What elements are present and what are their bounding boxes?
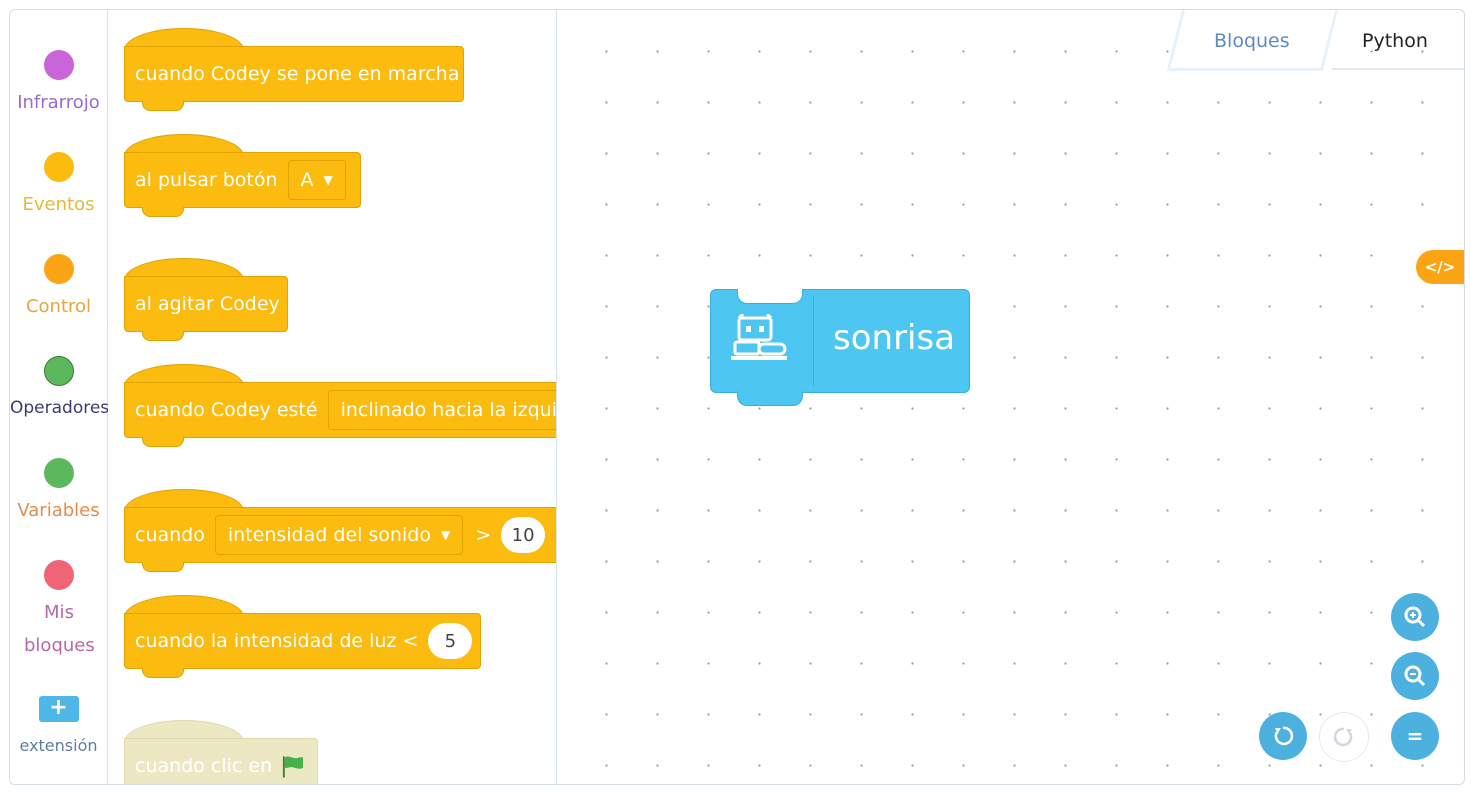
block-text: cuando Codey esté xyxy=(135,399,318,421)
category-control[interactable]: Control xyxy=(10,254,107,323)
light-threshold-input[interactable]: 5 xyxy=(428,623,473,659)
app-frame: Infrarrojo Eventos Control Operadores Va… xyxy=(9,9,1465,785)
script-workspace[interactable]: Bloques Python </> sonrisa = xyxy=(557,10,1464,784)
sensor-dropdown[interactable]: intensidad del sonido ▼ xyxy=(214,515,464,555)
threshold-input[interactable]: 10 xyxy=(501,517,546,553)
block-text: cuando Codey se pone en marcha xyxy=(135,63,460,85)
block-body: cuando intensidad del sonido ▼ > 10 xyxy=(124,507,556,563)
category-mis-bloques[interactable]: Mis bloques xyxy=(10,560,107,662)
category-operadores[interactable]: Operadores xyxy=(10,356,110,425)
block-text: al agitar Codey xyxy=(135,293,280,315)
block-separator xyxy=(813,296,814,386)
category-list: Infrarrojo Eventos Control Operadores Va… xyxy=(10,10,110,784)
code-view-toggle[interactable]: </> xyxy=(1416,250,1464,284)
undo-icon xyxy=(1274,726,1294,746)
block-text: al pulsar botón xyxy=(135,169,278,191)
undo-button[interactable] xyxy=(1259,712,1307,760)
extension-label: extensión xyxy=(19,736,98,755)
category-dot-icon xyxy=(43,356,74,386)
block-body: al pulsar botón A ▼ xyxy=(124,152,361,208)
tilt-dropdown[interactable]: inclinado hacia la izquierda▼ xyxy=(327,390,557,430)
category-dot-icon xyxy=(43,458,74,488)
category-label: Infrarrojo xyxy=(17,92,100,113)
block-notch xyxy=(142,101,184,111)
category-eventos[interactable]: Eventos xyxy=(10,152,107,221)
block-top-notch xyxy=(737,289,803,304)
dropdown-value: inclinado hacia la izquierda xyxy=(340,399,557,421)
tab-python[interactable]: Python xyxy=(1362,30,1428,52)
category-infrarrojo[interactable]: Infrarrojo xyxy=(10,50,107,119)
category-label: Eventos xyxy=(22,194,95,215)
zoom-out-button[interactable] xyxy=(1391,652,1439,700)
block-body: cuando Codey esté inclinado hacia la izq… xyxy=(124,382,557,438)
tab-divider xyxy=(1332,68,1464,70)
block-notch xyxy=(142,668,184,678)
category-label: Variables xyxy=(17,500,100,521)
block-text: cuando la intensidad de luz < xyxy=(135,630,419,652)
extension-button[interactable]: + extensión xyxy=(10,696,107,756)
chevron-down-icon: ▼ xyxy=(440,528,451,542)
block-body: cuando clic en xyxy=(124,738,318,784)
chevron-down-icon: ▼ xyxy=(323,173,333,187)
block-body: cuando Codey se pone en marcha xyxy=(124,46,464,102)
category-dot-icon xyxy=(43,152,74,182)
category-variables[interactable]: Variables xyxy=(10,458,107,527)
block-notch xyxy=(142,437,184,447)
green-flag-icon xyxy=(283,756,304,778)
codey-robot-icon xyxy=(731,314,787,360)
tab-bloques[interactable]: Bloques xyxy=(1214,30,1290,52)
block-text: cuando clic en xyxy=(135,755,273,777)
button-dropdown[interactable]: A ▼ xyxy=(287,160,346,200)
block-body: al agitar Codey xyxy=(124,276,288,332)
category-label: Operadores xyxy=(10,398,110,418)
redo-icon xyxy=(1333,727,1353,747)
add-extension-icon[interactable]: + xyxy=(38,696,79,722)
comparison-operator: > xyxy=(475,524,492,546)
category-label: Control xyxy=(25,296,92,317)
dropdown-value: A xyxy=(300,169,314,191)
zoom-out-icon xyxy=(1404,665,1426,687)
workspace-block-sonrisa[interactable]: sonrisa xyxy=(710,289,970,406)
block-notch xyxy=(142,331,184,341)
block-notch xyxy=(142,207,184,217)
block-notch xyxy=(142,562,184,572)
block-palette: cuando Codey se pone en marcha al pulsar… xyxy=(108,10,557,784)
redo-button[interactable] xyxy=(1319,712,1369,762)
category-dot-icon xyxy=(43,560,74,590)
zoom-in-icon xyxy=(1404,606,1426,628)
block-text: sonrisa xyxy=(833,318,956,358)
zoom-in-button[interactable] xyxy=(1391,593,1439,641)
block-bottom-notch xyxy=(737,391,803,406)
category-label: Mis bloques xyxy=(24,602,95,656)
block-text: cuando xyxy=(135,524,205,546)
editor-tabs: Bloques Python xyxy=(1166,10,1464,71)
category-dot-icon xyxy=(43,254,74,284)
block-body: cuando la intensidad de luz < 5 xyxy=(124,613,481,669)
category-dot-icon xyxy=(43,50,74,80)
zoom-reset-button[interactable]: = xyxy=(1391,712,1439,760)
dropdown-value: intensidad del sonido xyxy=(227,524,431,546)
